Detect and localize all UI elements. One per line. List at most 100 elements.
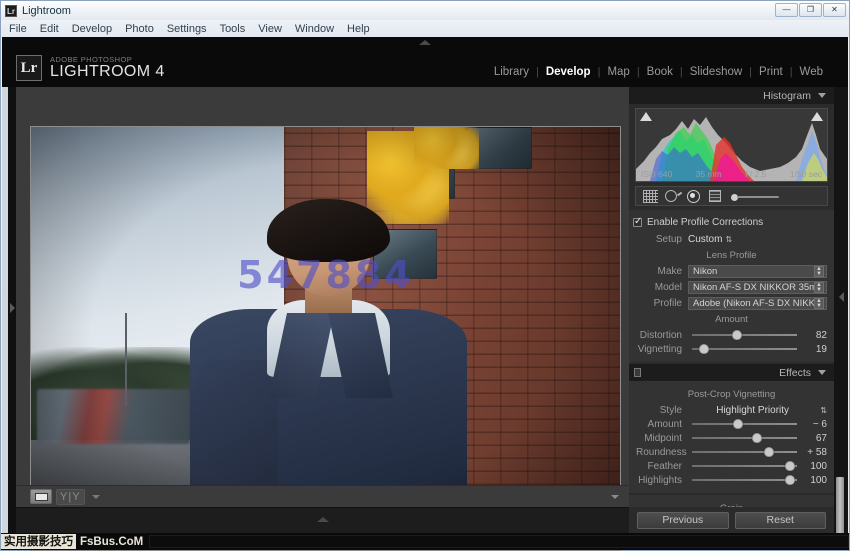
module-print[interactable]: Print bbox=[752, 66, 790, 78]
roundness-row[interactable]: Roundness + 58 bbox=[636, 445, 827, 459]
chevron-updown-icon[interactable]: ⇅ bbox=[820, 406, 827, 415]
vignetting-slider[interactable] bbox=[692, 343, 797, 355]
chevron-down-icon[interactable] bbox=[818, 370, 826, 375]
effects-amount-slider[interactable] bbox=[692, 418, 797, 430]
right-panel-edge[interactable] bbox=[834, 87, 848, 533]
effects-header[interactable]: Effects bbox=[629, 364, 834, 381]
menu-develop[interactable]: Develop bbox=[72, 23, 112, 35]
highlights-value[interactable]: 100 bbox=[801, 475, 827, 486]
red-eye-icon[interactable] bbox=[687, 189, 702, 203]
chevron-up-icon[interactable] bbox=[316, 517, 329, 522]
exif-summary: ISO 640 35 mm f / 2.5 1/50 sec bbox=[636, 169, 827, 179]
left-panel-collapsed[interactable] bbox=[2, 87, 16, 533]
highlight-clipping-indicator[interactable] bbox=[811, 112, 823, 121]
adjustment-brush-icon[interactable] bbox=[731, 191, 781, 201]
module-develop[interactable]: Develop bbox=[539, 66, 598, 78]
vignetting-value[interactable]: 19 bbox=[801, 344, 827, 355]
chevron-left-icon[interactable] bbox=[839, 292, 844, 302]
app-icon: Lr bbox=[5, 4, 17, 17]
feather-row[interactable]: Feather 100 bbox=[636, 459, 827, 473]
midpoint-slider[interactable] bbox=[692, 432, 797, 444]
style-value[interactable]: Highlight Priority bbox=[688, 405, 817, 416]
enable-profile-corrections-row[interactable]: Enable Profile Corrections bbox=[629, 214, 834, 232]
slider-handle[interactable] bbox=[733, 419, 744, 429]
panel-action-buttons: Previous Reset bbox=[629, 507, 834, 533]
menu-tools[interactable]: Tools bbox=[220, 23, 246, 35]
feather-slider[interactable] bbox=[692, 460, 797, 472]
right-panel: Histogram ISO 640 35 mm f / 2.5 1/50 sec… bbox=[629, 87, 834, 533]
shadow-clipping-indicator[interactable] bbox=[640, 112, 652, 121]
profile-row[interactable]: Profile Adobe (Nikon AF-S DX NIKKO... ▲▼ bbox=[636, 296, 827, 310]
highlights-slider[interactable] bbox=[692, 474, 797, 486]
slider-handle[interactable] bbox=[752, 433, 763, 443]
setup-row[interactable]: Setup Custom ⇅ bbox=[636, 232, 827, 246]
chevron-updown-icon[interactable]: ▲ ▼ bbox=[814, 297, 824, 309]
distortion-slider[interactable] bbox=[692, 329, 797, 341]
midpoint-value[interactable]: 67 bbox=[801, 433, 827, 444]
histogram-header[interactable]: Histogram bbox=[629, 87, 834, 104]
close-button[interactable]: ✕ bbox=[823, 3, 846, 17]
chevron-down-icon[interactable] bbox=[91, 494, 100, 499]
style-label: Style bbox=[659, 404, 682, 416]
slider-handle[interactable] bbox=[732, 330, 743, 340]
distortion-slider-row[interactable]: Distortion 82 bbox=[636, 328, 827, 342]
toolbar-options-icon[interactable] bbox=[611, 494, 619, 499]
top-panel-collapsed[interactable] bbox=[2, 37, 848, 49]
effects-toggle-switch[interactable] bbox=[634, 368, 641, 377]
style-row[interactable]: Style Highlight Priority ⇅ bbox=[636, 403, 827, 417]
slider-handle[interactable] bbox=[698, 344, 709, 354]
lens-profile-title: Lens Profile bbox=[706, 250, 757, 261]
menu-file[interactable]: File bbox=[9, 23, 27, 35]
chevron-right-icon[interactable] bbox=[10, 303, 15, 313]
make-row[interactable]: Make Nikon ▲ ▼ bbox=[636, 264, 827, 278]
enable-profile-corrections-checkbox[interactable] bbox=[633, 216, 642, 227]
slider-track bbox=[692, 451, 797, 453]
graduated-filter-icon[interactable] bbox=[709, 189, 724, 203]
slider-handle[interactable] bbox=[784, 461, 795, 471]
reset-button[interactable]: Reset bbox=[734, 511, 826, 529]
module-book[interactable]: Book bbox=[640, 66, 680, 78]
post-crop-vignetting-title: Post-Crop Vignetting bbox=[687, 389, 776, 400]
maximize-button[interactable]: ❐ bbox=[799, 3, 822, 17]
filmstrip-collapsed[interactable] bbox=[16, 507, 629, 533]
effects-amount-row[interactable]: Amount − 6 bbox=[636, 417, 827, 431]
feather-value[interactable]: 100 bbox=[801, 461, 827, 472]
module-map[interactable]: Map bbox=[600, 66, 636, 78]
menu-help[interactable]: Help bbox=[347, 23, 370, 35]
lightroom-logo: Lr bbox=[16, 55, 42, 81]
loupe-view-button[interactable] bbox=[30, 489, 52, 504]
model-select[interactable]: Nikon AF-S DX NIKKOR 35mm... ▲▼ bbox=[688, 280, 827, 294]
compare-view-button[interactable]: Y|Y bbox=[56, 488, 85, 505]
roundness-value[interactable]: + 58 bbox=[801, 447, 827, 458]
minimize-button[interactable]: — bbox=[775, 3, 798, 17]
menu-window[interactable]: Window bbox=[295, 23, 334, 35]
module-web[interactable]: Web bbox=[793, 66, 830, 78]
slider-handle[interactable] bbox=[784, 475, 795, 485]
module-library[interactable]: Library bbox=[487, 66, 536, 78]
slider-handle[interactable] bbox=[763, 447, 774, 457]
chevron-up-icon[interactable] bbox=[419, 40, 431, 45]
chevron-down-icon[interactable] bbox=[818, 93, 826, 98]
histogram-graph[interactable]: ISO 640 35 mm f / 2.5 1/50 sec bbox=[635, 108, 828, 182]
highlights-row[interactable]: Highlights 100 bbox=[636, 473, 827, 487]
profile-select[interactable]: Adobe (Nikon AF-S DX NIKKO... ▲▼ bbox=[688, 296, 827, 310]
spot-removal-icon[interactable] bbox=[665, 189, 680, 203]
chevron-updown-icon[interactable]: ⇅ bbox=[725, 235, 732, 244]
menu-view[interactable]: View bbox=[258, 23, 282, 35]
chevron-updown-icon[interactable]: ▲ ▼ bbox=[814, 265, 824, 277]
midpoint-row[interactable]: Midpoint 67 bbox=[636, 431, 827, 445]
menu-photo[interactable]: Photo bbox=[125, 23, 154, 35]
roundness-slider[interactable] bbox=[692, 446, 797, 458]
distortion-value[interactable]: 82 bbox=[801, 330, 827, 341]
setup-value[interactable]: Custom bbox=[688, 234, 722, 245]
previous-button[interactable]: Previous bbox=[637, 511, 729, 529]
vignetting-slider-row[interactable]: Vignetting 19 bbox=[636, 342, 827, 356]
menu-edit[interactable]: Edit bbox=[40, 23, 59, 35]
menu-settings[interactable]: Settings bbox=[167, 23, 207, 35]
effects-amount-value[interactable]: − 6 bbox=[801, 419, 827, 430]
make-select[interactable]: Nikon ▲ ▼ bbox=[688, 264, 827, 278]
model-row[interactable]: Model Nikon AF-S DX NIKKOR 35mm... ▲▼ bbox=[636, 280, 827, 294]
crop-overlay-icon[interactable] bbox=[643, 189, 658, 203]
chevron-updown-icon[interactable]: ▲ ▼ bbox=[814, 281, 824, 293]
module-slideshow[interactable]: Slideshow bbox=[683, 66, 749, 78]
